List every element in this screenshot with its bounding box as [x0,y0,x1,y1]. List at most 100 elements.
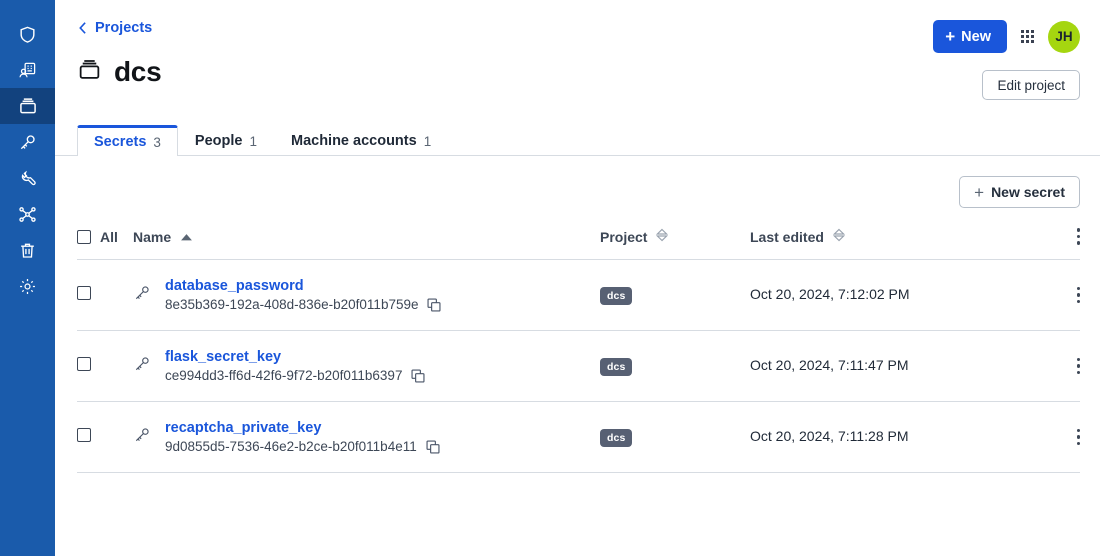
col-actions [1040,222,1080,260]
row-checkbox[interactable] [77,356,91,371]
row-last-edited-cell: Oct 20, 2024, 7:11:47 PM [750,330,1040,402]
new-button[interactable]: + New [933,20,1007,53]
sidebar-item-shield[interactable] [0,16,55,52]
page-title-row: dcs [77,56,1080,88]
row-options-menu[interactable] [1076,428,1080,446]
sidebar-item-secrets[interactable] [0,124,55,160]
sidebar-item-machine-accounts[interactable] [0,52,55,88]
app-root: Projects dcs + New JH Edit project Secre… [0,0,1100,556]
apps-grid-icon[interactable] [1021,30,1034,43]
col-last-edited[interactable]: Last edited [750,222,1040,260]
copy-icon[interactable] [427,297,442,312]
row-select-cell [77,401,133,473]
sort-ascending-icon [180,229,193,245]
col-name[interactable]: Name [133,222,600,260]
chevron-left-icon [77,21,88,35]
sidebar [0,0,55,556]
sort-none-icon [832,228,845,245]
row-last-edited-cell: Oct 20, 2024, 7:11:28 PM [750,401,1040,473]
machine-accounts-icon [18,61,37,80]
avatar-initials: JH [1055,29,1073,44]
sidebar-item-tools[interactable] [0,160,55,196]
page-header: Projects dcs + New JH Edit project [55,0,1100,124]
col-select-all: All [77,222,133,260]
tab-bar: Secrets 3 People 1 Machine accounts 1 [55,124,1100,156]
header-actions: + New JH [933,20,1080,53]
select-all-checkbox[interactable] [77,229,91,244]
plus-icon: + [945,27,956,46]
secret-uuid: ce994dd3-ff6d-42f6-9f72-b20f011b6397 [165,368,403,383]
secret-uuid: 8e35b369-192a-408d-836e-b20f011b759e [165,297,419,312]
table-header: All Name Project Last edited [77,222,1080,260]
row-actions-cell [1040,330,1080,402]
secret-name-link[interactable]: recaptcha_private_key [165,420,440,436]
col-name-label: Name [133,228,172,245]
table-row: flask_secret_key ce994dd3-ff6d-42f6-9f72… [77,330,1080,402]
key-icon [18,133,37,152]
table-options-menu[interactable] [1076,228,1080,245]
copy-icon[interactable] [411,368,425,383]
row-name-cell: database_password 8e35b369-192a-408d-836… [133,259,600,331]
secrets-table: All Name Project Last edited database_pa… [77,222,1080,473]
project-badge: dcs [600,357,633,376]
row-options-menu[interactable] [1076,286,1080,304]
main-area: Projects dcs + New JH Edit project Secre… [55,0,1100,556]
copy-icon[interactable] [426,439,440,454]
row-project-cell: dcs [600,401,750,473]
tab-people-label: People [194,133,243,149]
page-title: dcs [114,56,162,87]
sidebar-item-projects[interactable] [0,88,55,124]
row-checkbox[interactable] [77,427,91,442]
table-body: database_password 8e35b369-192a-408d-836… [77,259,1080,473]
last-edited-value: Oct 20, 2024, 7:12:02 PM [750,286,910,302]
key-icon [133,355,151,378]
content-area: + New secret All Name Project Last edite… [55,156,1100,556]
table-row: database_password 8e35b369-192a-408d-836… [77,259,1080,331]
row-project-cell: dcs [600,330,750,402]
tab-people[interactable]: People 1 [178,125,274,156]
breadcrumb[interactable]: Projects [77,20,152,36]
row-last-edited-cell: Oct 20, 2024, 7:12:02 PM [750,259,1040,331]
table-row: recaptcha_private_key 9d0855d5-7536-46e2… [77,401,1080,473]
secret-uuid: 9d0855d5-7536-46e2-b2ce-b20f011b4e11 [165,439,417,454]
row-options-menu[interactable] [1076,357,1080,375]
key-icon [133,284,151,307]
col-project-label: Project [600,228,648,245]
tab-machine-accounts[interactable]: Machine accounts 1 [274,125,448,156]
tab-people-count: 1 [249,133,257,149]
row-name-cell: flask_secret_key ce994dd3-ff6d-42f6-9f72… [133,330,600,402]
sidebar-item-trash[interactable] [0,232,55,268]
new-secret-label: New secret [991,184,1065,200]
project-badge: dcs [600,286,633,305]
plus-icon: + [974,182,985,202]
sidebar-item-settings[interactable] [0,268,55,304]
projects-box-icon [77,57,102,87]
edit-project-button[interactable]: Edit project [982,70,1080,100]
network-icon [18,205,37,224]
trash-icon [18,241,37,260]
col-last-edited-label: Last edited [750,228,824,245]
tab-secrets-count: 3 [153,134,161,150]
tab-secrets[interactable]: Secrets 3 [77,125,178,156]
avatar[interactable]: JH [1048,20,1080,53]
key-icon [133,426,151,449]
row-select-cell [77,259,133,331]
select-all-label: All [100,228,118,245]
project-badge: dcs [600,428,633,447]
wrench-icon [18,169,37,188]
row-checkbox[interactable] [77,285,91,300]
table-toolbar: + New secret [77,156,1080,222]
sort-none-icon [656,228,669,245]
last-edited-value: Oct 20, 2024, 7:11:28 PM [750,428,909,444]
breadcrumb-label: Projects [95,20,153,36]
new-button-label: New [961,28,991,45]
secret-name-link[interactable]: flask_secret_key [165,349,425,365]
row-actions-cell [1040,259,1080,331]
row-actions-cell [1040,401,1080,473]
col-project[interactable]: Project [600,222,750,260]
sidebar-item-integrations[interactable] [0,196,55,232]
secret-name-link[interactable]: database_password [165,278,441,294]
row-project-cell: dcs [600,259,750,331]
tab-secrets-label: Secrets [94,134,147,150]
new-secret-button[interactable]: + New secret [959,176,1080,208]
